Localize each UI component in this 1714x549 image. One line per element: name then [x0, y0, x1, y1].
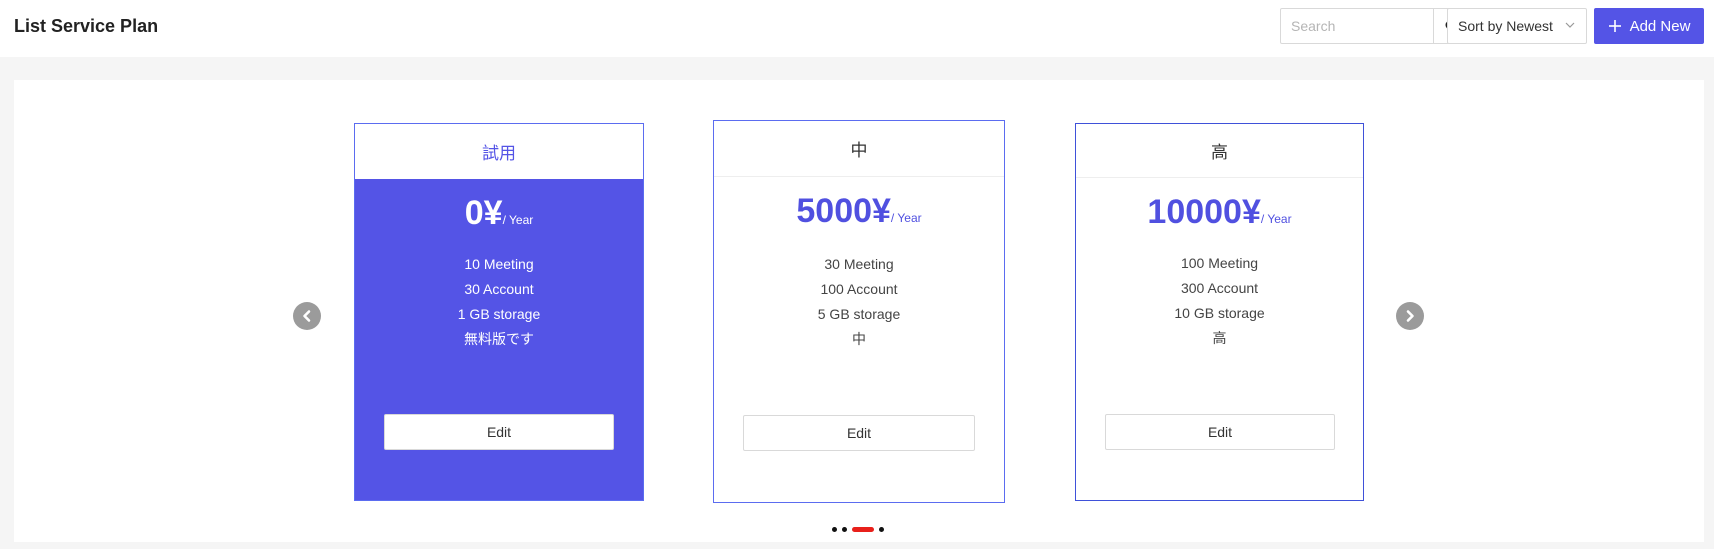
plan-feature: 300 Account [1180, 280, 1259, 296]
plan-price-period: / Year [1260, 212, 1292, 226]
plan-feature: 高 [1212, 330, 1227, 346]
plan-feature: 10 Meeting [464, 256, 534, 272]
edit-button[interactable]: Edit [384, 414, 614, 450]
plan-price: 10000¥/ Year [1076, 192, 1363, 239]
chevron-left-icon [303, 310, 311, 322]
carousel-dot-active[interactable] [852, 526, 874, 532]
plan-features: 30 Meeting 100 Account 5 GB storage 中 [714, 252, 1004, 352]
plan-card-body: 0¥/ Year 10 Meeting 30 Account 1 GB stor… [355, 179, 643, 500]
edit-button[interactable]: Edit [743, 415, 975, 451]
sort-label: Sort by Newest [1458, 18, 1553, 34]
plan-price-period: / Year [890, 211, 922, 225]
chevron-down-icon [1565, 22, 1575, 28]
edit-button[interactable]: Edit [1105, 414, 1335, 450]
page-title: List Service Plan [14, 16, 159, 36]
plan-feature: 100 Meeting [1180, 255, 1259, 271]
plan-feature: 無料版です [464, 331, 534, 347]
plan-card-medium: 中 5000¥/ Year 30 Meeting 100 Account 5 G… [713, 120, 1005, 503]
plan-price-amount: 0¥ [464, 194, 503, 232]
plan-price-amount: 10000¥ [1147, 193, 1261, 231]
plan-name: 高 [1076, 124, 1363, 178]
add-new-label: Add New [1629, 17, 1691, 35]
carousel-dot[interactable] [832, 526, 837, 532]
plan-feature: 1 GB storage [457, 306, 541, 322]
page-header: List Service Plan Sort by Newest Add New [0, 0, 1714, 56]
plan-name: 中 [714, 121, 1004, 177]
plan-feature: 30 Meeting [824, 256, 894, 272]
carousel-prev-button[interactable] [293, 302, 321, 330]
plan-card-high: 高 10000¥/ Year 100 Meeting 300 Account 1… [1075, 123, 1364, 501]
plan-feature: 30 Account [464, 281, 534, 297]
plan-price-amount: 5000¥ [796, 192, 891, 230]
plan-price: 0¥/ Year [355, 193, 643, 240]
add-new-button[interactable]: Add New [1594, 8, 1704, 44]
plan-features: 10 Meeting 30 Account 1 GB storage 無料版です [355, 252, 643, 352]
plan-feature: 10 GB storage [1174, 305, 1265, 321]
carousel-dots [832, 525, 884, 533]
sort-dropdown[interactable]: Sort by Newest [1447, 8, 1587, 44]
chevron-right-icon [1406, 310, 1414, 322]
plus-icon [1608, 20, 1621, 32]
plan-price: 5000¥/ Year [714, 191, 1004, 238]
plan-card-trial: 試用 0¥/ Year 10 Meeting 30 Account 1 GB s… [354, 123, 644, 501]
plan-price-period: / Year [502, 213, 534, 227]
plan-feature: 中 [852, 331, 866, 347]
plan-name: 試用 [482, 143, 516, 163]
carousel-next-button[interactable] [1396, 302, 1424, 330]
plan-feature: 5 GB storage [817, 306, 901, 322]
carousel-dot[interactable] [842, 526, 847, 532]
plan-features: 100 Meeting 300 Account 10 GB storage 高 [1076, 251, 1363, 351]
plan-feature: 100 Account [820, 281, 898, 297]
search-box [1280, 8, 1470, 44]
carousel-dot[interactable] [879, 526, 884, 532]
search-input[interactable] [1281, 9, 1433, 43]
